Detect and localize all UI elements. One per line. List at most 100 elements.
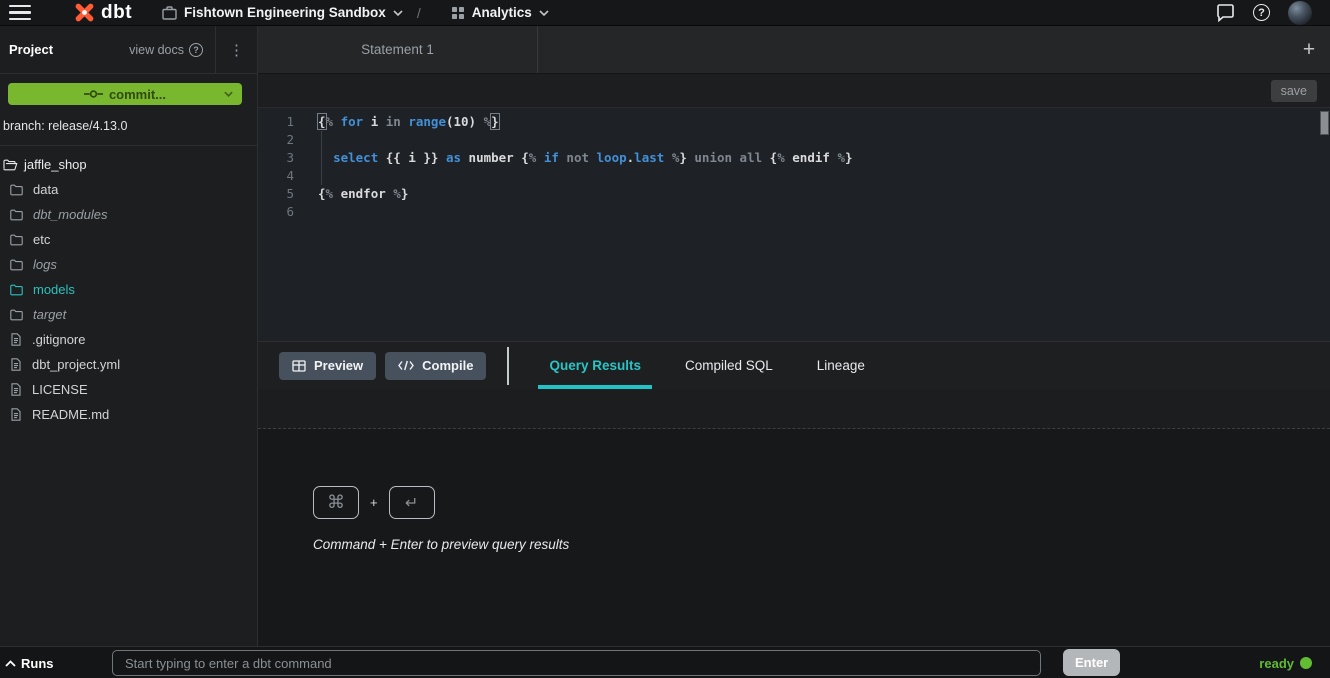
enter-button[interactable]: Enter xyxy=(1063,649,1120,676)
code-line-content xyxy=(294,131,318,149)
tree-item-label: dbt_modules xyxy=(33,207,107,222)
tree-item--gitignore[interactable]: .gitignore xyxy=(0,327,257,352)
tab-lineage[interactable]: Lineage xyxy=(795,342,887,389)
sidebar-title: Project xyxy=(0,42,53,57)
runs-toggle[interactable]: Runs xyxy=(5,647,54,678)
view-docs-link[interactable]: view docs ? xyxy=(129,43,215,57)
tree-item-label: target xyxy=(33,307,66,322)
table-icon xyxy=(292,360,306,372)
tree-item-license[interactable]: LICENSE xyxy=(0,377,257,402)
enter-key-icon: ↵ xyxy=(389,486,435,519)
indent-guide xyxy=(321,131,322,185)
code-line-4[interactable]: 4 xyxy=(258,167,1330,185)
code-line-5[interactable]: 5{% endfor %} xyxy=(258,185,1330,203)
tree-item-target[interactable]: target xyxy=(0,302,257,327)
menu-icon[interactable] xyxy=(0,0,40,26)
folder-icon xyxy=(10,309,23,321)
branch-label: branch: release/4.13.0 xyxy=(0,105,257,146)
tree-item-dbt-project-yml[interactable]: dbt_project.yml xyxy=(0,352,257,377)
shortcut-hint: Command + Enter to preview query results xyxy=(313,537,1330,552)
tree-item-label: models xyxy=(33,282,75,297)
save-button[interactable]: save xyxy=(1271,80,1317,102)
tree-item-data[interactable]: data xyxy=(0,177,257,202)
editor-pane: Statement 1 + save 1{% for i in range(10… xyxy=(258,26,1330,646)
command-bar: Runs Enter ready xyxy=(0,646,1330,678)
folder-icon xyxy=(10,234,23,246)
tab-label: Compiled SQL xyxy=(685,358,773,373)
folder-icon xyxy=(10,259,23,271)
dbt-logo: dbt xyxy=(72,0,132,25)
tree-item-label: dbt_project.yml xyxy=(32,357,120,372)
keyboard-shortcut: ⌘ + ↵ xyxy=(313,486,1330,519)
dbt-cloud-ide: dbt Fishtown Engineering Sandbox / Analy… xyxy=(0,0,1330,678)
tab-statement-1[interactable]: Statement 1 xyxy=(258,26,538,73)
results-content: ⌘ + ↵ Command + Enter to preview query r… xyxy=(258,429,1330,646)
chevron-down-icon xyxy=(393,10,403,16)
results-tabs: Query Results Compiled SQL Lineage xyxy=(527,342,886,389)
top-bar: dbt Fishtown Engineering Sandbox / Analy… xyxy=(0,0,1330,26)
editor-tab-bar: Statement 1 + xyxy=(258,26,1330,74)
code-line-content xyxy=(294,203,318,221)
chevron-down-icon xyxy=(539,10,549,16)
tab-label: Lineage xyxy=(817,358,865,373)
tree-item-label: logs xyxy=(33,257,57,272)
view-docs-label: view docs xyxy=(129,43,184,57)
tree-item-jaffle-shop[interactable]: jaffle_shop xyxy=(0,152,257,177)
compile-button-label: Compile xyxy=(422,358,473,373)
status-label: ready xyxy=(1259,656,1294,671)
plus-separator: + xyxy=(370,495,378,510)
dbt-logo-text: dbt xyxy=(101,2,132,24)
chevron-up-icon xyxy=(5,660,16,667)
commit-button[interactable]: commit... xyxy=(8,83,242,105)
file-icon xyxy=(10,333,22,346)
file-tree: jaffle_shopdata dbt_modulesetc logs models t… xyxy=(0,146,257,427)
tree-item-dbt-modules[interactable]: dbt_modules xyxy=(0,202,257,227)
briefcase-icon xyxy=(162,6,177,20)
folder-open-icon xyxy=(3,159,18,171)
status-dot-icon xyxy=(1300,657,1312,669)
folder-icon xyxy=(10,209,23,221)
new-tab-button[interactable]: + xyxy=(1288,26,1330,73)
account-selector[interactable]: Fishtown Engineering Sandbox xyxy=(162,5,403,20)
git-commit-icon xyxy=(84,89,103,99)
tree-item-label: .gitignore xyxy=(32,332,85,347)
results-panel: Preview Compile Query Results Compiled SQ… xyxy=(258,341,1330,646)
tab-query-results[interactable]: Query Results xyxy=(527,342,663,389)
code-line-content: select {{ i }} as number {% if not loop.… xyxy=(294,149,853,167)
file-icon xyxy=(10,383,22,396)
line-number: 5 xyxy=(258,185,294,203)
chat-icon[interactable] xyxy=(1216,4,1235,22)
compile-button[interactable]: Compile xyxy=(385,352,486,380)
editor-scrollbar[interactable] xyxy=(1320,111,1329,135)
editor-toolbar: save xyxy=(258,74,1330,108)
tree-item-label: etc xyxy=(33,232,50,247)
file-icon xyxy=(10,408,22,421)
results-toolbar: Preview Compile Query Results Compiled SQ… xyxy=(258,342,1330,389)
preview-button[interactable]: Preview xyxy=(279,352,376,380)
line-number: 1 xyxy=(258,113,294,131)
tree-item-logs[interactable]: logs xyxy=(0,252,257,277)
help-icon[interactable]: ? xyxy=(1253,4,1270,21)
project-selector[interactable]: Analytics xyxy=(451,5,549,20)
dbt-command-input[interactable] xyxy=(112,650,1041,676)
code-line-2[interactable]: 2 xyxy=(258,131,1330,149)
user-avatar[interactable] xyxy=(1288,1,1312,25)
code-icon xyxy=(398,360,414,371)
code-line-1[interactable]: 1{% for i in range(10) %} xyxy=(258,113,1330,131)
grid-icon xyxy=(451,6,465,20)
code-line-3[interactable]: 3 select {{ i }} as number {% if not loo… xyxy=(258,149,1330,167)
results-header-strip xyxy=(258,389,1330,429)
tree-item-etc[interactable]: etc xyxy=(0,227,257,252)
sidebar-menu-icon[interactable]: ⋮ xyxy=(215,26,257,74)
tab-compiled-sql[interactable]: Compiled SQL xyxy=(663,342,795,389)
top-bar-actions: ? xyxy=(1216,1,1330,25)
account-name: Fishtown Engineering Sandbox xyxy=(184,5,386,20)
tree-item-models[interactable]: models xyxy=(0,277,257,302)
chevron-down-icon xyxy=(224,91,233,97)
code-line-6[interactable]: 6 xyxy=(258,203,1330,221)
tree-item-readme-md[interactable]: README.md xyxy=(0,402,257,427)
code-editor[interactable]: 1{% for i in range(10) %}23 select {{ i … xyxy=(258,108,1330,341)
command-key-icon: ⌘ xyxy=(313,486,359,519)
project-name: Analytics xyxy=(472,5,532,20)
toolbar-divider xyxy=(507,347,509,385)
